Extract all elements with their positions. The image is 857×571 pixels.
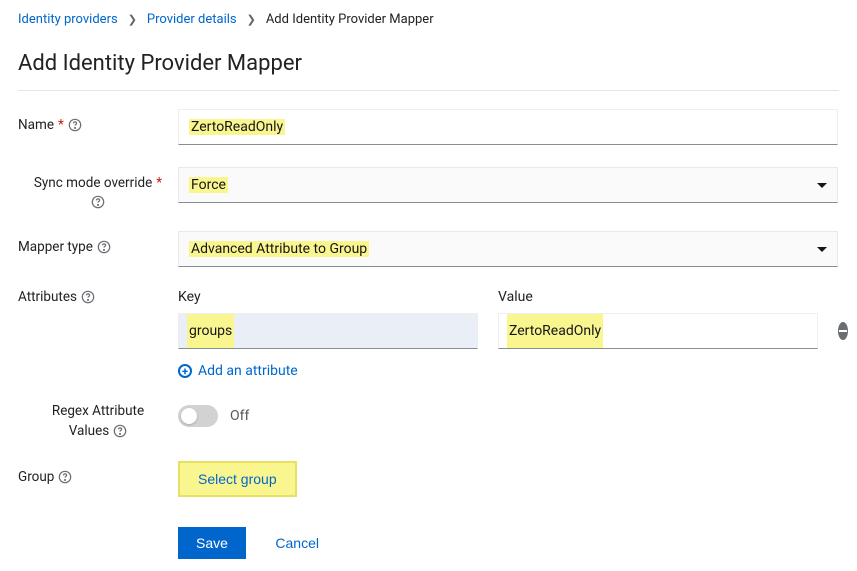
select-group-button[interactable]: Select group xyxy=(178,461,297,497)
breadcrumb-identity-providers[interactable]: Identity providers xyxy=(18,12,118,27)
chevron-right-icon: ❯ xyxy=(247,13,256,26)
save-button[interactable]: Save xyxy=(178,527,246,559)
breadcrumb-current: Add Identity Provider Mapper xyxy=(266,12,434,27)
row-name: Name * ZertoReadOnly xyxy=(18,109,839,145)
help-icon[interactable] xyxy=(91,195,105,209)
mapper-type-select[interactable]: Advanced Attribute to Group xyxy=(178,231,838,267)
toggle-knob xyxy=(181,408,197,424)
cancel-button[interactable]: Cancel xyxy=(263,527,331,559)
add-attribute-button[interactable]: + Add an attribute xyxy=(178,363,298,379)
attribute-row: groups ZertoReadOnly xyxy=(178,313,838,349)
attributes-value-header: Value xyxy=(498,289,818,305)
label-sync-mode: Sync mode override * xyxy=(18,167,178,209)
row-regex: Regex Attribute Values Off xyxy=(18,401,839,439)
breadcrumb-provider-details[interactable]: Provider details xyxy=(147,12,237,27)
attribute-value-input[interactable]: ZertoReadOnly xyxy=(498,313,818,349)
help-icon[interactable] xyxy=(81,290,95,304)
row-sync-mode: Sync mode override * Force xyxy=(18,167,839,209)
label-regex: Regex Attribute Values xyxy=(18,401,178,439)
label-mapper-type: Mapper type xyxy=(18,231,178,255)
row-mapper-type: Mapper type Advanced Attribute to Group xyxy=(18,231,839,267)
plus-circle-icon: + xyxy=(178,364,192,378)
breadcrumb: Identity providers ❯ Provider details ❯ … xyxy=(18,12,839,27)
remove-attribute-button[interactable] xyxy=(838,322,848,340)
caret-down-icon xyxy=(817,183,827,188)
attributes-key-header: Key xyxy=(178,289,478,305)
attribute-key-value: groups xyxy=(187,314,234,348)
add-attribute-label: Add an attribute xyxy=(198,363,298,379)
help-icon[interactable] xyxy=(113,424,127,438)
label-group: Group xyxy=(18,461,178,485)
attributes-header: Key Value xyxy=(178,289,838,305)
action-row: Save Cancel xyxy=(178,527,839,559)
caret-down-icon xyxy=(817,247,827,252)
help-icon[interactable] xyxy=(58,470,72,484)
row-attributes: Attributes Key Value groups ZertoReadOnl… xyxy=(18,289,839,379)
divider xyxy=(18,90,839,91)
sync-mode-select[interactable]: Force xyxy=(178,167,838,203)
help-icon[interactable] xyxy=(68,118,82,132)
sync-mode-value: Force xyxy=(189,177,228,193)
mapper-type-value: Advanced Attribute to Group xyxy=(189,241,369,257)
name-value: ZertoReadOnly xyxy=(189,119,285,135)
page-title: Add Identity Provider Mapper xyxy=(18,51,839,76)
regex-toggle-label: Off xyxy=(230,408,249,424)
row-group: Group Select group xyxy=(18,461,839,497)
required-icon: * xyxy=(156,175,162,191)
label-attributes: Attributes xyxy=(18,289,178,305)
label-name: Name * xyxy=(18,109,178,133)
attribute-value-value: ZertoReadOnly xyxy=(507,314,603,348)
name-input[interactable]: ZertoReadOnly xyxy=(178,109,838,145)
help-icon[interactable] xyxy=(97,240,111,254)
required-icon: * xyxy=(58,117,64,133)
chevron-right-icon: ❯ xyxy=(128,13,137,26)
attribute-key-input[interactable]: groups xyxy=(178,313,478,349)
regex-toggle[interactable] xyxy=(178,405,218,427)
